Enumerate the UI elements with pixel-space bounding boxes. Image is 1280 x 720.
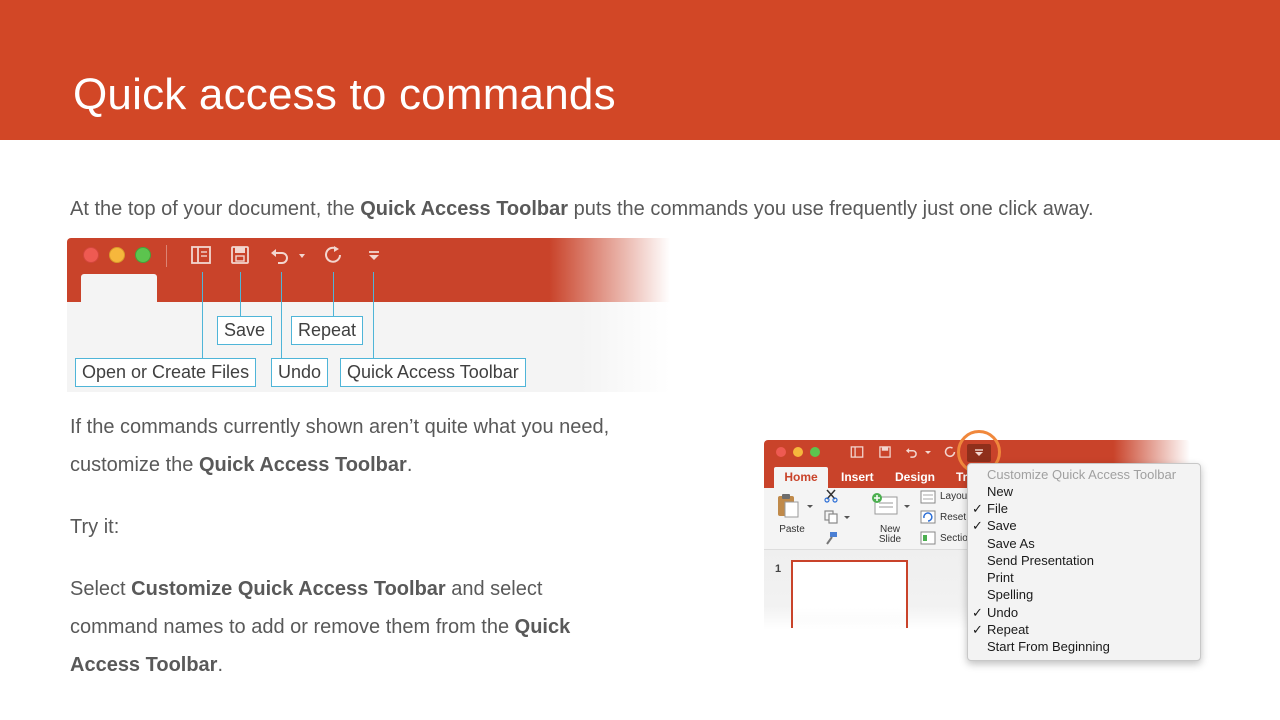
repeat-icon[interactable] [943,445,957,459]
menu-item-repeat[interactable]: Repeat [987,622,1029,638]
menu-item-send-presentation[interactable]: Send Presentation [987,553,1094,569]
new-slide-icon[interactable] [870,491,900,517]
intro-post: puts the commands you use frequently jus… [568,198,1094,220]
section-label[interactable]: Sectio [940,533,968,544]
new-slide-label: New Slide [872,525,908,545]
layout-icon[interactable] [920,490,936,504]
maximize-window-icon[interactable] [135,247,151,263]
reset-icon[interactable] [920,510,936,524]
new-slide-dropdown-icon[interactable] [903,502,911,510]
callout-open-create: Open or Create Files [75,358,257,387]
slide-number: 1 [775,563,782,575]
menu-item-save[interactable]: Save [987,518,1017,534]
para-customize: If the commands currently shown aren’t q… [70,408,630,484]
repeat-icon[interactable] [322,244,344,266]
leader-qat [373,272,374,358]
slide-thumbnail[interactable] [791,560,908,628]
callout-undo: Undo [271,358,329,387]
tab-insert[interactable]: Insert [841,467,874,488]
maximize-window-icon[interactable] [810,447,820,457]
section-icon[interactable] [920,531,936,545]
save-icon[interactable] [229,244,251,266]
menu-item-spelling[interactable]: Spelling [987,587,1033,603]
undo-dropdown-icon[interactable] [924,445,932,459]
menu-item-undo[interactable]: Undo [987,605,1018,621]
check-icon: ✓ [972,518,983,533]
menu-item-print[interactable]: Print [987,570,1014,586]
minimize-window-icon[interactable] [793,447,803,457]
undo-icon[interactable] [904,445,918,459]
leader-repeat [333,272,334,316]
slide-title: Quick access to commands [73,70,616,119]
callout-repeat: Repeat [291,316,364,345]
slide-header: Quick access to commands [0,0,1280,140]
format-painter-icon[interactable] [824,531,838,545]
check-icon: ✓ [972,605,983,620]
undo-icon[interactable] [268,244,290,266]
menu-header: Customize Quick Access Toolbar [987,467,1177,482]
reset-label[interactable]: Reset [940,512,966,523]
leader-undo [281,272,282,358]
customize-qat-menu: Customize Quick Access Toolbar New ✓ Fil… [967,463,1201,661]
dropdown-icon[interactable] [363,244,385,266]
open-files-icon[interactable] [190,244,212,266]
para3-bold1: Customize Quick Access Toolbar [131,578,446,600]
para3-pre: Select [70,578,132,600]
callout-qat: Quick Access Toolbar [340,358,526,387]
save-icon[interactable] [878,445,892,459]
paste-dropdown-icon[interactable] [806,502,814,510]
tab-design[interactable]: Design [895,467,935,488]
callout-save: Save [217,316,273,345]
intro-text: At the top of your document, the Quick A… [70,198,1094,221]
para-try-it: Try it: [70,516,120,538]
menu-item-save-as[interactable]: Save As [987,536,1035,552]
tab-home[interactable]: Home [774,467,828,488]
paste-icon[interactable] [776,492,800,518]
new-slide-label-line2: Slide [878,534,902,545]
close-window-icon[interactable] [83,247,99,263]
para3-post: . [217,654,224,676]
para-instructions: Select Customize Quick Access Toolbar an… [70,570,630,684]
menu-item-new[interactable]: New [987,484,1013,500]
layout-label[interactable]: Layou [940,491,967,502]
close-window-icon[interactable] [776,447,786,457]
copy-dropdown-icon[interactable] [843,513,851,521]
para1-bold: Quick Access Toolbar [198,454,407,476]
check-icon: ✓ [972,501,983,516]
copy-icon[interactable] [824,510,838,524]
undo-dropdown-icon[interactable] [296,244,308,266]
cut-icon[interactable] [824,489,838,503]
leader-save [240,272,241,316]
check-icon: ✓ [972,622,983,637]
para1-post: . [406,454,413,476]
ribbon-tab-blank [81,274,157,302]
open-files-icon[interactable] [850,445,864,459]
toolbar-divider [166,245,167,267]
paste-label: Paste [779,524,805,535]
intro-pre: At the top of your document, the [70,198,361,220]
menu-item-file[interactable]: File [987,501,1008,517]
leader-open-create [202,272,203,358]
minimize-window-icon[interactable] [109,247,125,263]
menu-item-start-from-beginning[interactable]: Start From Beginning [987,639,1110,655]
intro-bold: Quick Access Toolbar [360,198,569,220]
